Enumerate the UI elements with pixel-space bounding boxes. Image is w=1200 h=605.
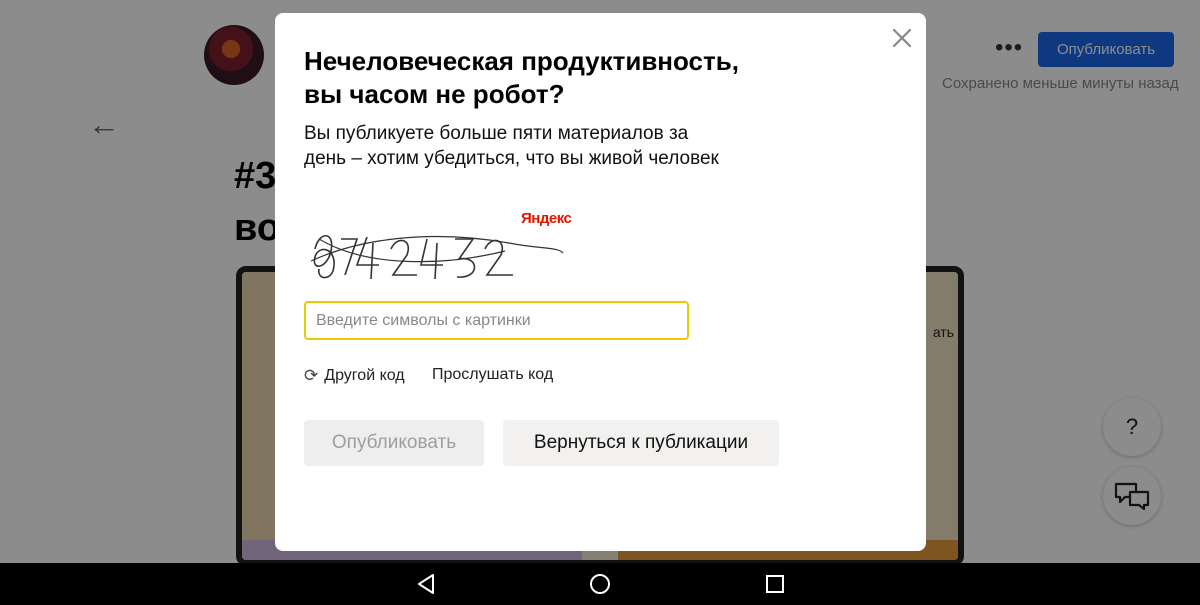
listen-code-label: Прослушать код: [432, 366, 554, 383]
refresh-code-label: Другой код: [324, 367, 405, 384]
listen-code-link[interactable]: Прослушать код: [432, 366, 553, 384]
nav-back-icon[interactable]: [412, 563, 440, 605]
dialog-description: Вы публикуете больше пяти материалов за …: [304, 123, 719, 169]
nav-recents-icon[interactable]: [761, 563, 789, 605]
return-to-publication-button[interactable]: Вернуться к публикации: [503, 420, 779, 466]
captcha-dialog: Нечеловеческая продуктивность, вы часом …: [275, 13, 926, 551]
refresh-icon: ⟳: [304, 366, 319, 385]
publish-button[interactable]: Опубликовать: [304, 420, 484, 466]
captcha-input[interactable]: [304, 301, 689, 340]
refresh-code-link[interactable]: ⟳ Другой код: [304, 366, 405, 386]
yandex-logo: Яндекс: [521, 210, 572, 227]
nav-home-icon[interactable]: [586, 563, 614, 605]
close-icon[interactable]: [890, 26, 914, 50]
android-nav-bar: [0, 563, 1200, 605]
dialog-title: Нечеловеческая продуктивность, вы часом …: [304, 46, 739, 109]
